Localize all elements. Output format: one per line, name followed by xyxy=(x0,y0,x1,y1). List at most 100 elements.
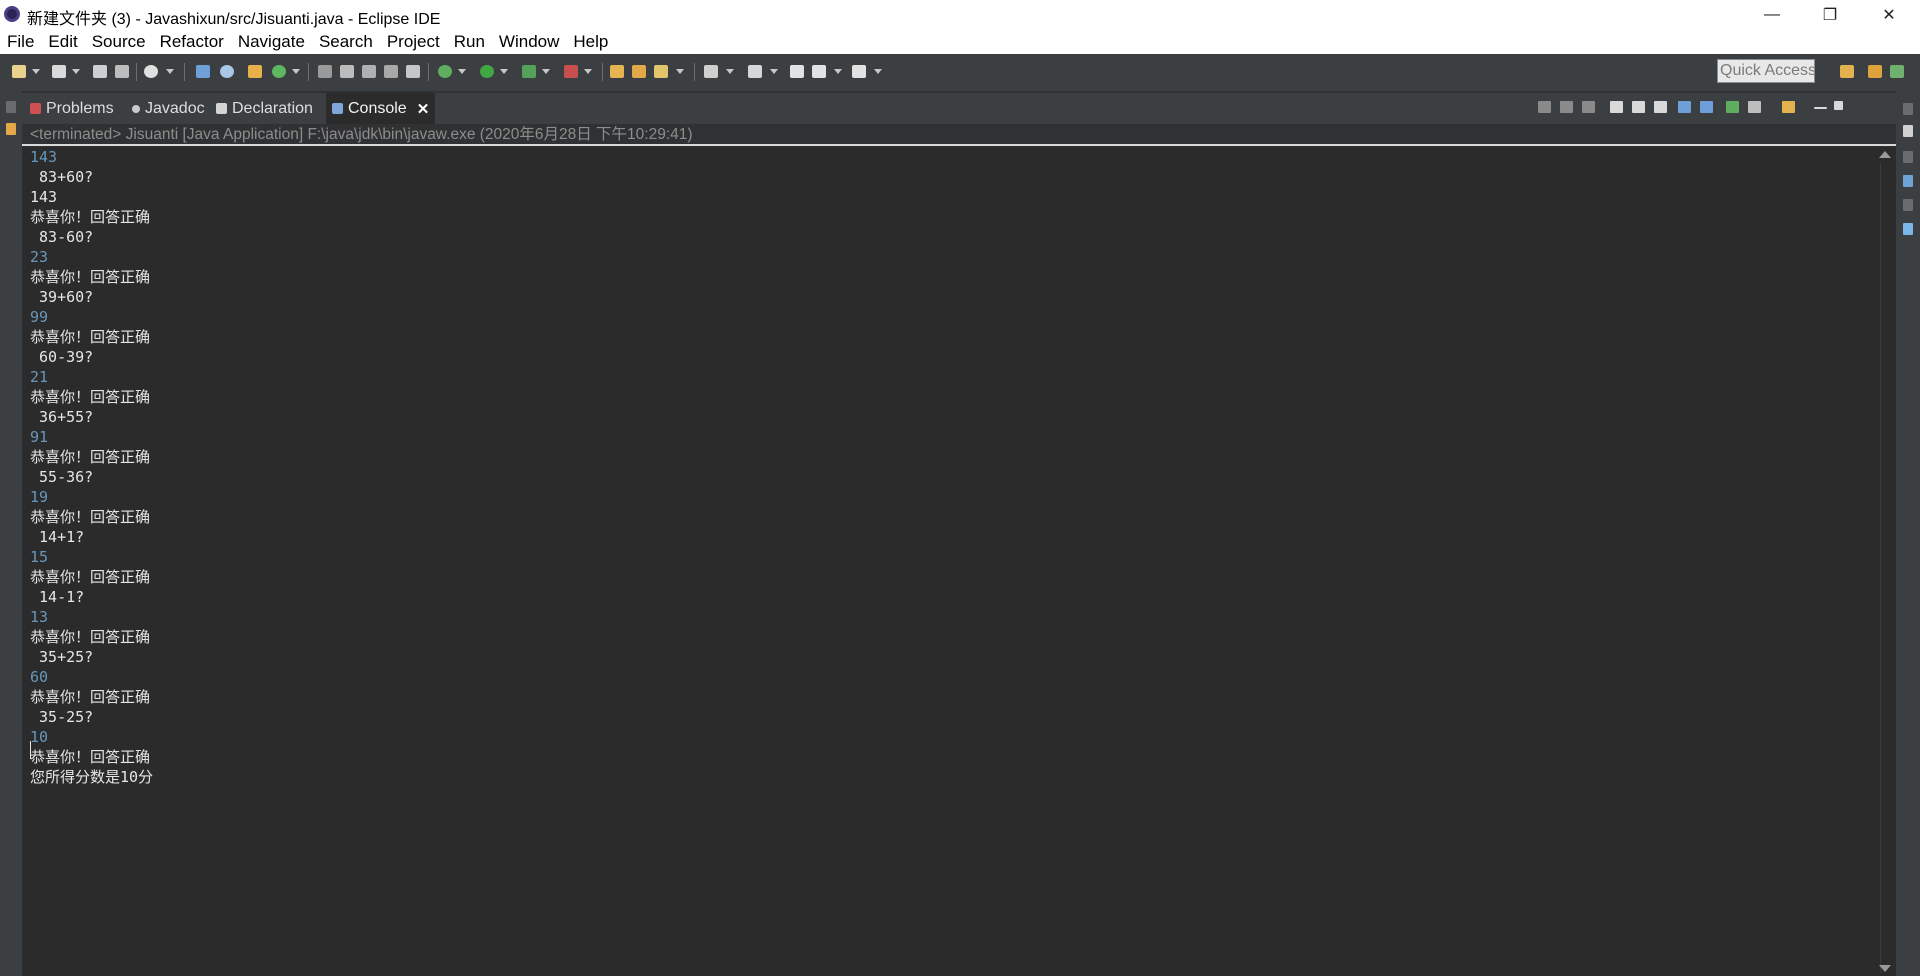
clear-console-icon[interactable] xyxy=(1610,101,1623,113)
previous-annotation-icon[interactable] xyxy=(748,65,762,78)
word-wrap-icon[interactable] xyxy=(1654,101,1667,113)
restore-view-icon[interactable] xyxy=(6,101,16,113)
last-edit-icon[interactable] xyxy=(790,65,804,78)
debug-dropdown-icon[interactable] xyxy=(458,69,466,74)
external-tools-dropdown-icon[interactable] xyxy=(584,69,592,74)
console-line: 15 xyxy=(30,548,49,566)
view-tab-bar: Problems Javadoc Declaration Console ✕ xyxy=(22,93,1896,124)
scroll-down-arrow-icon[interactable] xyxy=(1879,965,1891,972)
new-class-icon[interactable] xyxy=(272,65,286,78)
package-explorer-icon[interactable] xyxy=(6,123,16,135)
close-tab-icon[interactable]: ✕ xyxy=(417,100,430,118)
console-scrollbar[interactable] xyxy=(1874,147,1896,976)
profile-dropdown-icon[interactable] xyxy=(166,69,174,74)
java-ee-perspective-icon[interactable] xyxy=(1868,65,1882,78)
open-task-icon[interactable] xyxy=(632,65,646,78)
java-perspective-icon[interactable] xyxy=(1890,65,1904,78)
back-arrow-icon[interactable] xyxy=(812,65,826,78)
show-whitespace-icon[interactable] xyxy=(384,65,398,78)
new-icon[interactable] xyxy=(12,65,26,78)
open-folder-icon[interactable] xyxy=(610,65,624,78)
annotation-icon[interactable] xyxy=(340,65,354,78)
next-annotation-dropdown-icon[interactable] xyxy=(726,69,734,74)
search-icon[interactable] xyxy=(654,65,668,78)
tab-declaration[interactable]: Declaration xyxy=(216,93,313,124)
tab-label: Javadoc xyxy=(145,99,205,117)
pilcrow-icon[interactable] xyxy=(406,65,420,78)
remove-all-launches-icon[interactable] xyxy=(1582,101,1595,113)
previous-annotation-dropdown-icon[interactable] xyxy=(770,69,778,74)
terminal-icon[interactable] xyxy=(196,65,210,78)
tab-label: Console xyxy=(348,99,407,117)
minimize-button[interactable]: — xyxy=(1743,0,1801,29)
coverage-dropdown-icon[interactable] xyxy=(542,69,550,74)
remove-launch-icon[interactable] xyxy=(1560,101,1573,113)
search-dropdown-icon[interactable] xyxy=(676,69,684,74)
tab-label: Declaration xyxy=(232,99,313,117)
debug-icon[interactable] xyxy=(438,65,452,78)
task-list-icon[interactable] xyxy=(1903,175,1913,187)
console-line: 14+1? xyxy=(30,528,85,546)
open-type-icon[interactable] xyxy=(52,65,66,78)
close-window-button[interactable]: ✕ xyxy=(1860,0,1918,29)
console-line: 55-36? xyxy=(30,468,94,486)
restore-view-icon[interactable] xyxy=(1903,151,1913,163)
console-line: 21 xyxy=(30,368,49,386)
run-icon[interactable] xyxy=(480,65,494,78)
menu-run[interactable]: Run xyxy=(447,32,492,52)
console-line: 39+60? xyxy=(30,288,94,306)
restore-view-icon[interactable] xyxy=(1903,103,1913,115)
profile-icon[interactable] xyxy=(144,65,158,78)
toggle-mark-icon[interactable] xyxy=(318,65,332,78)
open-dropdown-icon[interactable] xyxy=(72,69,80,74)
open-perspective-icon[interactable] xyxy=(1840,65,1854,78)
scroll-lock-icon[interactable] xyxy=(1632,101,1645,113)
menu-help[interactable]: Help xyxy=(566,32,615,52)
block-selection-icon[interactable] xyxy=(362,65,376,78)
menu-project[interactable]: Project xyxy=(380,32,447,52)
tab-problems[interactable]: Problems xyxy=(30,93,114,124)
pin-console-icon[interactable] xyxy=(1726,101,1739,113)
save-all-icon[interactable] xyxy=(115,65,129,78)
open-console-icon[interactable] xyxy=(1782,101,1795,113)
save-icon[interactable] xyxy=(93,65,107,78)
tab-console[interactable]: Console ✕ xyxy=(326,93,436,124)
menu-source[interactable]: Source xyxy=(85,32,153,52)
tab-javadoc[interactable]: Javadoc xyxy=(132,93,205,124)
menu-refactor[interactable]: Refactor xyxy=(153,32,231,52)
show-on-stdout-icon[interactable] xyxy=(1678,101,1691,113)
back-dropdown-icon[interactable] xyxy=(834,69,842,74)
menu-window[interactable]: Window xyxy=(492,32,566,52)
console-line: 36+55? xyxy=(30,408,94,426)
restore-view-icon[interactable] xyxy=(1903,199,1913,211)
new-dropdown-icon[interactable] xyxy=(32,69,40,74)
next-annotation-icon[interactable] xyxy=(704,65,718,78)
console-line: 恭喜你！回答正确 xyxy=(30,748,151,766)
run-dropdown-icon[interactable] xyxy=(500,69,508,74)
display-console-icon[interactable] xyxy=(1748,101,1761,113)
console-output[interactable]: 143 83+60? 143 恭喜你！回答正确 83-60? 23 恭喜你！回答… xyxy=(22,147,1874,976)
show-on-stderr-icon[interactable] xyxy=(1700,101,1713,113)
menu-search[interactable]: Search xyxy=(312,32,380,52)
minimize-view-icon[interactable] xyxy=(1814,107,1827,109)
left-trim-bar xyxy=(0,91,22,976)
quick-access-input[interactable]: Quick Access xyxy=(1717,59,1815,83)
problems-icon xyxy=(30,103,41,114)
external-tools-icon[interactable] xyxy=(564,65,578,78)
forward-arrow-icon[interactable] xyxy=(852,65,866,78)
coverage-icon[interactable] xyxy=(522,65,536,78)
scrollbar-thumb[interactable] xyxy=(1880,163,1890,973)
terminate-icon[interactable] xyxy=(1538,101,1551,113)
forward-dropdown-icon[interactable] xyxy=(874,69,882,74)
maximize-view-icon[interactable] xyxy=(1834,101,1843,110)
outline-icon[interactable] xyxy=(1903,125,1913,137)
scroll-up-arrow-icon[interactable] xyxy=(1879,151,1891,158)
new-class-dropdown-icon[interactable] xyxy=(292,69,300,74)
restore-button[interactable]: ❐ xyxy=(1801,0,1859,29)
skip-breakpoints-icon[interactable] xyxy=(220,65,234,78)
menu-edit[interactable]: Edit xyxy=(41,32,84,52)
outline-view-icon[interactable] xyxy=(1903,223,1913,235)
menu-file[interactable]: File xyxy=(0,32,41,52)
menu-navigate[interactable]: Navigate xyxy=(231,32,312,52)
new-package-icon[interactable] xyxy=(248,65,262,78)
